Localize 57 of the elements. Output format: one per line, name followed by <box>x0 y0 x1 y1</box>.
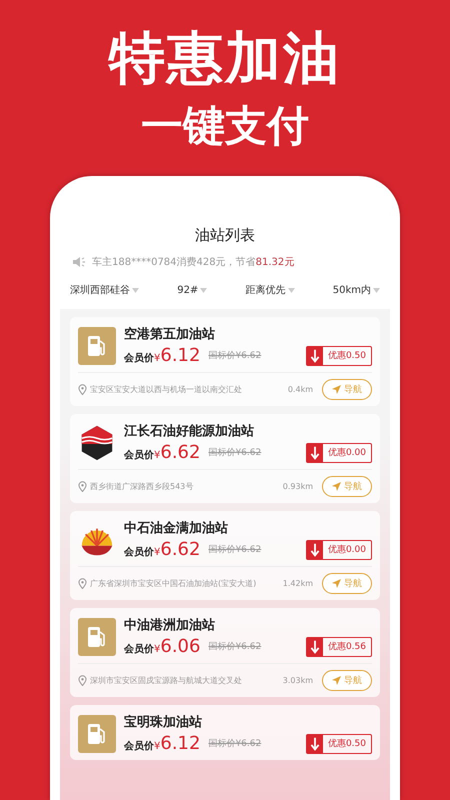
list-price: 国标价¥6.62 <box>208 350 262 362</box>
filter-dropdown[interactable]: 深圳西部硅谷 <box>70 283 139 297</box>
navigation-arrow-icon <box>332 676 341 685</box>
member-price: 会员价¥6.06 <box>124 636 200 657</box>
navigation-arrow-icon <box>332 385 341 394</box>
caret-icon <box>372 288 380 292</box>
discount-badge: 优惠0.50 <box>306 734 372 754</box>
station-card[interactable]: 江长石油好能源加油站 会员价¥6.62 国标价¥6.62 优惠0.00 西乡街道广深路西乡段543号 0.93km 导航 <box>70 414 380 503</box>
station-card[interactable]: 宝明珠加油站 会员价¥6.12 国标价¥6.62 优惠0.50 <box>70 705 380 760</box>
location-pin-icon <box>78 578 87 589</box>
filter-dropdown[interactable]: 50km内 <box>332 283 380 297</box>
navigation-arrow-icon <box>332 482 341 491</box>
discount-badge: 优惠0.00 <box>306 442 372 462</box>
discount-badge: 优惠0.50 <box>306 346 372 366</box>
fuel-pump-icon <box>78 618 116 656</box>
member-price: 会员价¥6.62 <box>124 442 200 463</box>
distance: 1.42km <box>282 579 313 588</box>
fuel-pump-icon <box>78 714 116 752</box>
location-pin-icon <box>78 481 87 492</box>
list-price: 国标价¥6.62 <box>208 738 262 750</box>
location-pin-icon <box>78 675 87 686</box>
caret-icon <box>200 288 208 292</box>
station-address: 广东省深圳市宝安区中国石油加油站(宝安大道) <box>90 578 258 589</box>
caret-icon <box>288 288 295 292</box>
list-price: 国标价¥6.62 <box>208 640 262 653</box>
discount-badge: 优惠0.56 <box>306 636 372 656</box>
distance: 0.93km <box>282 482 313 491</box>
station-name: 空港第五加油站 <box>124 326 216 343</box>
station-name: 中石油金满加油站 <box>124 520 229 537</box>
caret-icon <box>132 288 139 292</box>
station-card[interactable]: 中石油金满加油站 会员价¥6.62 国标价¥6.62 优惠0.00 广东省深圳市宝安区中国石油加油站(宝安大道) 1.42km 导航 <box>70 511 380 600</box>
distance: 0.4km <box>288 385 313 394</box>
member-price: 会员价¥6.62 <box>124 539 200 560</box>
screen-title: 油站列表 <box>60 186 390 251</box>
station-card[interactable]: 空港第五加油站 会员价¥6.12 国标价¥6.62 优惠0.50 宝安区宝安大道以西与机场一道以南交汇处 0.4km 导航 <box>70 317 380 406</box>
fuel-pump-icon <box>78 326 116 364</box>
station-address: 西乡街道广深路西乡段543号 <box>90 481 194 492</box>
list-price: 国标价¥6.62 <box>208 544 262 556</box>
list-price: 国标价¥6.62 <box>208 446 262 459</box>
filter-dropdown[interactable]: 92# <box>177 283 208 297</box>
station-name: 中油港洲加油站 <box>124 617 216 634</box>
distance: 3.03km <box>282 676 313 685</box>
station-address: 深圳市宝安区固戍宝源路与航城大道交叉处 <box>90 675 243 686</box>
filter-dropdown[interactable]: 距离优先 <box>246 283 295 297</box>
station-address: 宝安区宝安大道以西与机场一道以南交汇处 <box>90 384 243 395</box>
speaker-icon <box>72 256 86 268</box>
station-card[interactable]: 中油港洲加油站 会员价¥6.06 国标价¥6.62 优惠0.56 深圳市宝安区固戍宝源路与航城大道交叉处 3.03km 导航 <box>70 608 380 697</box>
discount-badge: 优惠0.00 <box>306 540 372 560</box>
headline: 特惠加油 <box>109 25 341 93</box>
notice-text: 车主188****0784消费428元，节省81.32元 <box>92 256 294 269</box>
subheadline: 一键支付 <box>141 100 309 152</box>
member-price: 会员价¥6.12 <box>124 345 200 366</box>
member-price: 会员价¥6.12 <box>124 733 200 754</box>
station-name: 江长石油好能源加油站 <box>124 423 255 440</box>
location-pin-icon <box>78 384 87 395</box>
navigation-arrow-icon <box>332 579 341 588</box>
station-name: 宝明珠加油站 <box>124 714 203 731</box>
